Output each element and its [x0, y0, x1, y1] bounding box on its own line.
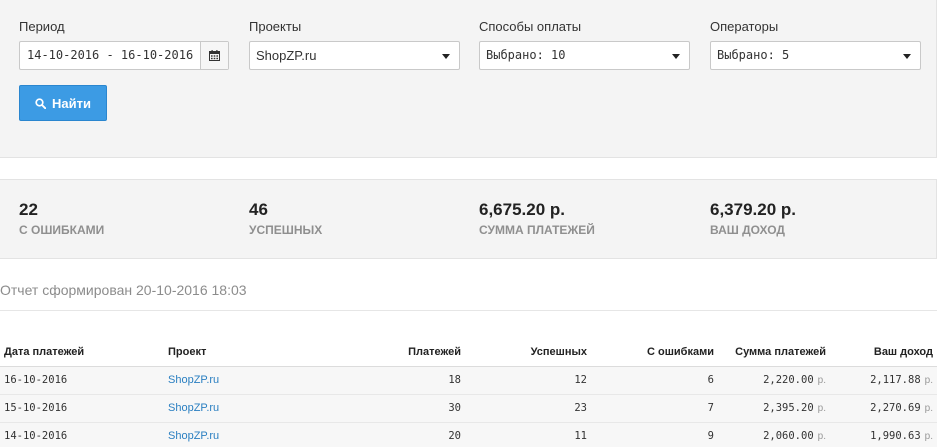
filter-panel: Период 14-10-2016 - 16-10-2016 Проекты S…	[0, 0, 937, 158]
cell-date: 14-10-2016	[0, 422, 164, 447]
currency-label: р.	[817, 403, 826, 414]
search-button-label: Найти	[52, 95, 91, 111]
stat-errors-value: 22	[19, 200, 38, 219]
stat-success-label: УСПЕШНЫХ	[249, 223, 323, 237]
cell-success: 12	[465, 366, 591, 395]
operators-select[interactable]: Выбрано: 5	[710, 41, 921, 70]
header-project[interactable]: Проект	[164, 338, 290, 367]
cell-date: 15-10-2016	[0, 394, 164, 423]
cell-success: 23	[465, 394, 591, 423]
projects-label: Проекты	[249, 19, 302, 34]
cell-income: 1,990.63 р.	[830, 422, 937, 447]
cell-income-value: 1,990.63	[870, 430, 921, 442]
table-header-row: Дата платежей Проект Платежей Успешных С…	[0, 338, 937, 367]
cell-errors: 7	[591, 394, 718, 423]
header-income[interactable]: Ваш доход	[830, 338, 937, 367]
currency-label: р.	[924, 375, 933, 386]
project-link[interactable]: ShopZP.ru	[168, 430, 219, 442]
stat-payments-sum: 6,675.20 р. СУММА ПЛАТЕЖЕЙ	[479, 200, 595, 238]
chevron-down-icon	[903, 54, 911, 59]
calendar-icon	[209, 50, 220, 61]
cell-income-value: 2,270.69	[870, 402, 921, 414]
stat-success: 46 УСПЕШНЫХ	[249, 200, 323, 238]
cell-sum: 2,220.00 р.	[718, 366, 830, 395]
cell-income-value: 2,117.88	[870, 374, 921, 386]
stat-payments-sum-value: 6,675.20 р.	[479, 200, 566, 219]
stat-income: 6,379.20 р. ВАШ ДОХОД	[710, 200, 797, 238]
operators-select-value: Выбрано: 5	[717, 48, 790, 62]
stat-income-value: 6,379.20 р.	[710, 200, 797, 219]
cell-project: ShopZP.ru	[164, 366, 290, 395]
cell-sum-value: 2,395.20	[763, 402, 814, 414]
period-date-input[interactable]: 14-10-2016 - 16-10-2016	[19, 41, 229, 70]
chevron-down-icon	[672, 54, 680, 59]
chevron-down-icon	[442, 54, 450, 59]
cell-sum: 2,395.20 р.	[718, 394, 830, 423]
cell-payments: 20	[290, 422, 465, 447]
cell-project: ShopZP.ru	[164, 422, 290, 447]
payment-methods-select[interactable]: Выбрано: 10	[479, 41, 690, 70]
cell-sum: 2,060.00 р.	[718, 422, 830, 447]
table-row: 16-10-2016 ShopZP.ru 18 12 6 2,220.00 р. …	[0, 366, 937, 395]
table-row: 15-10-2016 ShopZP.ru 30 23 7 2,395.20 р. …	[0, 394, 937, 423]
header-sum[interactable]: Сумма платежей	[718, 338, 830, 367]
period-filter: Период 14-10-2016 - 16-10-2016	[19, 19, 229, 70]
project-link[interactable]: ShopZP.ru	[168, 402, 219, 414]
stats-panel: 22 С ОШИБКАМИ 46 УСПЕШНЫХ 6,675.20 р. СУ…	[0, 179, 937, 259]
projects-select-value: ShopZP.ru	[256, 48, 317, 63]
cell-sum-value: 2,220.00	[763, 374, 814, 386]
currency-label: р.	[817, 431, 826, 442]
table-row: 14-10-2016 ShopZP.ru 20 11 9 2,060.00 р. …	[0, 422, 937, 447]
cell-payments: 30	[290, 394, 465, 423]
header-success[interactable]: Успешных	[465, 338, 591, 367]
currency-label: р.	[817, 375, 826, 386]
operators-label: Операторы	[710, 19, 779, 34]
header-date[interactable]: Дата платежей	[0, 338, 164, 367]
cell-income: 2,270.69 р.	[830, 394, 937, 423]
operators-filter: Операторы Выбрано: 5	[710, 19, 921, 70]
payment-methods-label: Способы оплаты	[479, 19, 582, 34]
currency-label: р.	[924, 403, 933, 414]
header-errors[interactable]: С ошибками	[591, 338, 718, 367]
projects-select[interactable]: ShopZP.ru	[249, 41, 460, 70]
cell-payments: 18	[290, 366, 465, 395]
cell-date: 16-10-2016	[0, 366, 164, 395]
cell-project: ShopZP.ru	[164, 394, 290, 423]
cell-errors: 9	[591, 422, 718, 447]
project-link[interactable]: ShopZP.ru	[168, 374, 219, 386]
period-date-value: 14-10-2016 - 16-10-2016	[27, 48, 194, 62]
calendar-button[interactable]	[200, 42, 228, 69]
currency-label: р.	[924, 431, 933, 442]
stat-income-label: ВАШ ДОХОД	[710, 223, 785, 237]
cell-errors: 6	[591, 366, 718, 395]
search-icon	[35, 97, 47, 109]
stat-success-value: 46	[249, 200, 268, 219]
header-payments[interactable]: Платежей	[290, 338, 465, 367]
divider	[0, 310, 937, 311]
payment-methods-select-value: Выбрано: 10	[486, 48, 566, 62]
stat-errors-label: С ОШИБКАМИ	[19, 223, 105, 237]
stat-payments-sum-label: СУММА ПЛАТЕЖЕЙ	[479, 223, 595, 237]
projects-filter: Проекты ShopZP.ru	[249, 19, 460, 70]
period-label: Период	[19, 19, 65, 34]
payment-methods-filter: Способы оплаты Выбрано: 10	[479, 19, 690, 70]
report-generated-text: Отчет сформирован 20-10-2016 18:03	[0, 282, 247, 298]
cell-sum-value: 2,060.00	[763, 430, 814, 442]
search-button[interactable]: Найти	[19, 85, 107, 121]
payments-table: Дата платежей Проект Платежей Успешных С…	[0, 338, 937, 447]
cell-success: 11	[465, 422, 591, 447]
cell-income: 2,117.88 р.	[830, 366, 937, 395]
stat-errors: 22 С ОШИБКАМИ	[19, 200, 105, 238]
